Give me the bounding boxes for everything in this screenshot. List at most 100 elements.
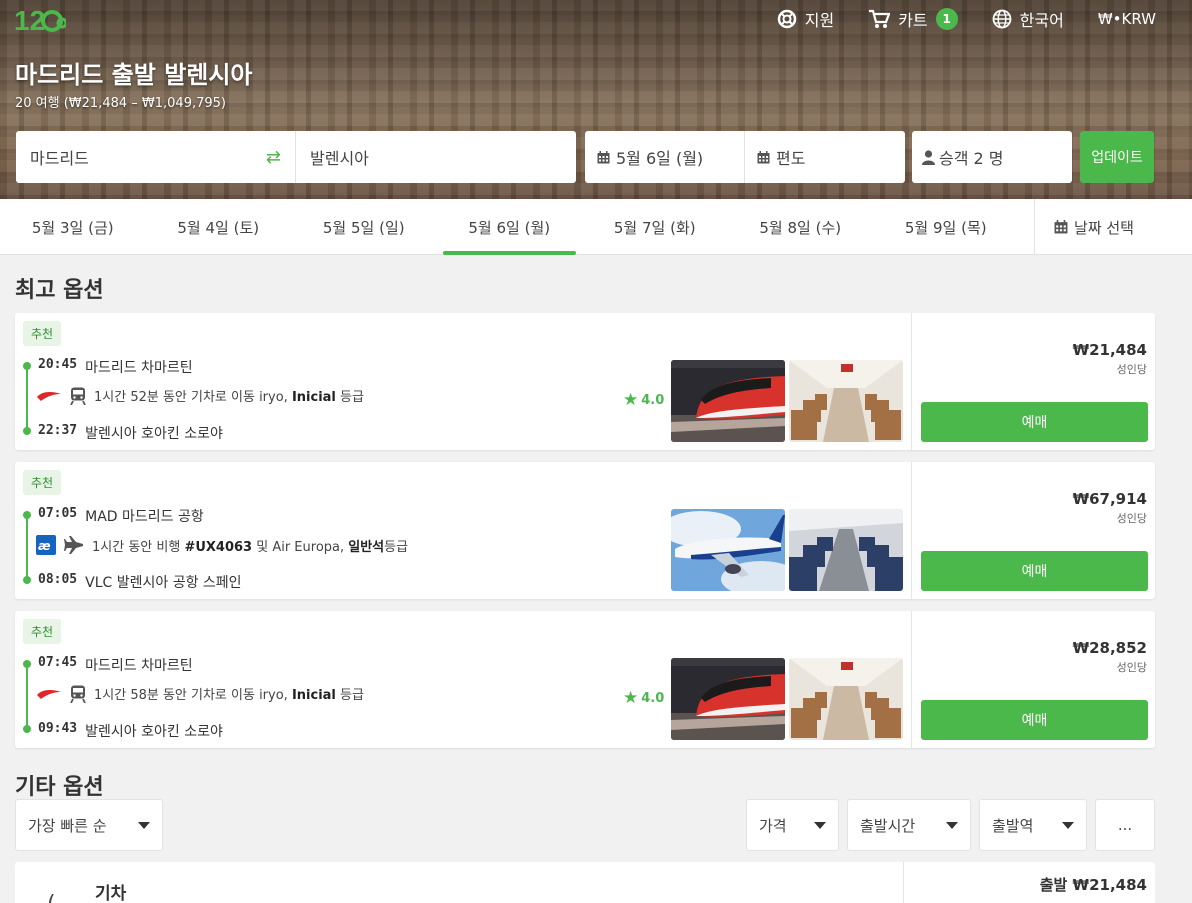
rating-value: 4.0 bbox=[641, 392, 665, 408]
departure-time: 07:45 bbox=[38, 655, 78, 670]
book-button[interactable]: 예매 bbox=[921, 551, 1148, 591]
update-button[interactable]: 업데이트 bbox=[1080, 131, 1154, 183]
date-field[interactable]: 5월 6일 (월) bbox=[585, 131, 745, 183]
date-tab-5[interactable]: 5월 8일 (수) bbox=[728, 199, 874, 255]
train-exterior-photo[interactable] bbox=[671, 360, 785, 442]
departure-place: 마드리드 차마르틴 bbox=[85, 658, 193, 674]
price-amount: ₩28,852 bbox=[1072, 639, 1147, 657]
train-exterior-photo[interactable] bbox=[671, 658, 785, 740]
brand-logo[interactable]: 12 bbox=[14, 2, 66, 38]
train-icon bbox=[70, 387, 86, 405]
support-label: 지원 bbox=[804, 11, 835, 30]
date-tab-1[interactable]: 5월 4일 (토) bbox=[146, 199, 292, 255]
trip-info: æ 1시간 동안 비행 #UX4063 및 Air Europa, 일반석등급 bbox=[36, 535, 408, 555]
timeline-dot bbox=[23, 660, 31, 668]
timeline-line bbox=[26, 664, 28, 730]
lifebuoy-icon bbox=[777, 9, 796, 29]
caret-down-icon bbox=[1062, 821, 1074, 829]
calendar-icon bbox=[597, 150, 610, 163]
route-search: 마드리드 ⇄ 발렌시아 bbox=[16, 131, 576, 183]
book-button[interactable]: 예매 bbox=[921, 700, 1148, 740]
trip-card[interactable]: 추천 07:05 MAD 마드리드 공항 æ 1시간 동안 비행 #UX4063… bbox=[15, 462, 1155, 599]
timeline-dot bbox=[23, 725, 31, 733]
date-tab-3[interactable]: 5월 6일 (월) bbox=[437, 199, 583, 255]
price-filter-label: 가격 bbox=[759, 816, 787, 835]
iryo-logo-icon bbox=[37, 689, 61, 699]
date-tab-2[interactable]: 5월 5일 (일) bbox=[291, 199, 437, 255]
trip-description: 1시간 52분 동안 기차로 이동 iryo, Inicial 등급 bbox=[94, 390, 364, 405]
other-options-title: 기타 옵션 bbox=[15, 775, 104, 800]
rating: ★ 4.0 bbox=[623, 688, 664, 708]
sort-dropdown[interactable]: 가장 빠른 순 bbox=[15, 799, 163, 851]
book-button[interactable]: 예매 bbox=[921, 402, 1148, 442]
timeline-dot bbox=[23, 511, 31, 519]
date-tab-0[interactable]: 5월 3일 (금) bbox=[0, 199, 146, 255]
cart-link[interactable]: 카트 1 bbox=[868, 8, 958, 30]
plane-interior-photo[interactable] bbox=[789, 509, 903, 591]
train-icon: ( bbox=[47, 892, 56, 903]
price-unit: 성인당 bbox=[1116, 661, 1147, 674]
return-field[interactable]: 편도 bbox=[745, 131, 905, 183]
support-link[interactable]: 지원 bbox=[777, 8, 834, 30]
price-block: ₩67,914 성인당 bbox=[1073, 490, 1147, 526]
top-nav: 지원 카트 1 한국어 ₩•KRW bbox=[743, 8, 1156, 30]
arrival-place: 발렌시아 호아킨 소로야 bbox=[85, 724, 223, 740]
iryo-logo-icon bbox=[37, 391, 61, 401]
price-filter[interactable]: 가격 bbox=[746, 799, 839, 851]
result-row[interactable]: ( 기차 출발 ₩21,484 bbox=[15, 862, 1155, 903]
departure-time-filter-label: 출발시간 bbox=[860, 816, 916, 835]
passenger-field[interactable]: 승객 2 명 bbox=[912, 131, 1072, 183]
departure-row: 07:05 MAD 마드리드 공항 bbox=[38, 506, 204, 526]
result-divider bbox=[903, 862, 904, 903]
from-field[interactable]: 마드리드 ⇄ bbox=[16, 131, 296, 183]
airplane-icon bbox=[64, 536, 83, 554]
pick-date-button[interactable]: 날짜 선택 bbox=[1033, 199, 1154, 255]
language-selector[interactable]: 한국어 bbox=[992, 8, 1064, 30]
arrival-place: VLC 발렌시아 공항 스페인 bbox=[85, 575, 242, 591]
hero-banner: 12 지원 카트 1 한국어 ₩•KRW 마드리드 출발 발렌시아 20 여행 … bbox=[0, 0, 1192, 199]
swap-icon[interactable]: ⇄ bbox=[266, 147, 281, 168]
svg-text:æ: æ bbox=[38, 539, 51, 553]
from-value: 마드리드 bbox=[30, 149, 89, 168]
globe-icon bbox=[992, 9, 1012, 29]
date-tab-6[interactable]: 5월 9일 (목) bbox=[873, 199, 1019, 255]
price-unit: 성인당 bbox=[1116, 363, 1147, 376]
cart-icon bbox=[869, 9, 891, 28]
train-interior-photo[interactable] bbox=[789, 658, 903, 740]
language-label: 한국어 bbox=[1019, 11, 1064, 30]
star-icon: ★ bbox=[623, 688, 639, 708]
timeline-dot bbox=[23, 576, 31, 584]
date-tab-4[interactable]: 5월 7일 (화) bbox=[582, 199, 728, 255]
recommended-badge: 추천 bbox=[23, 470, 62, 495]
train-interior-photo[interactable] bbox=[789, 360, 903, 442]
departure-place: 마드리드 차마르틴 bbox=[85, 360, 193, 376]
sort-label: 가장 빠른 순 bbox=[28, 816, 107, 835]
svg-text:12: 12 bbox=[14, 5, 45, 36]
person-icon bbox=[922, 149, 935, 165]
caret-down-icon bbox=[138, 821, 150, 829]
to-field[interactable]: 발렌시아 bbox=[296, 131, 576, 183]
price-amount: ₩21,484 bbox=[1072, 341, 1147, 359]
train-icon bbox=[70, 685, 86, 703]
more-filters-button[interactable]: ... bbox=[1095, 799, 1155, 851]
departure-station-filter[interactable]: 출발역 bbox=[979, 799, 1087, 851]
trip-card[interactable]: 추천 07:45 마드리드 차마르틴 1시간 58분 동안 기차로 이동 iry… bbox=[15, 611, 1155, 748]
cart-count-badge: 1 bbox=[935, 8, 958, 30]
trip-card[interactable]: 추천 20:45 마드리드 차마르틴 1시간 52분 동안 기차로 이동 iry… bbox=[15, 313, 1155, 450]
trip-description: 1시간 58분 동안 기차로 이동 iryo, Inicial 등급 bbox=[94, 688, 364, 703]
timeline-dot bbox=[23, 362, 31, 370]
calendar-icon bbox=[1054, 220, 1068, 234]
price-block: ₩28,852 성인당 bbox=[1073, 639, 1147, 675]
date-search: 5월 6일 (월) 편도 bbox=[585, 131, 905, 183]
rating-value: 4.0 bbox=[641, 690, 665, 706]
plane-exterior-photo[interactable] bbox=[671, 509, 785, 591]
price-amount: ₩67,914 bbox=[1072, 490, 1147, 508]
departure-time-filter[interactable]: 출발시간 bbox=[847, 799, 971, 851]
star-icon: ★ bbox=[623, 390, 639, 410]
departure-row: 20:45 마드리드 차마르틴 bbox=[38, 357, 193, 377]
pick-date-label: 날짜 선택 bbox=[1074, 218, 1134, 237]
currency-selector[interactable]: ₩•KRW bbox=[1098, 8, 1156, 30]
timeline-line bbox=[26, 515, 28, 581]
trip-description: 1시간 동안 비행 #UX4063 및 Air Europa, 일반석등급 bbox=[92, 539, 409, 555]
result-price: 출발 ₩21,484 bbox=[1039, 876, 1147, 894]
